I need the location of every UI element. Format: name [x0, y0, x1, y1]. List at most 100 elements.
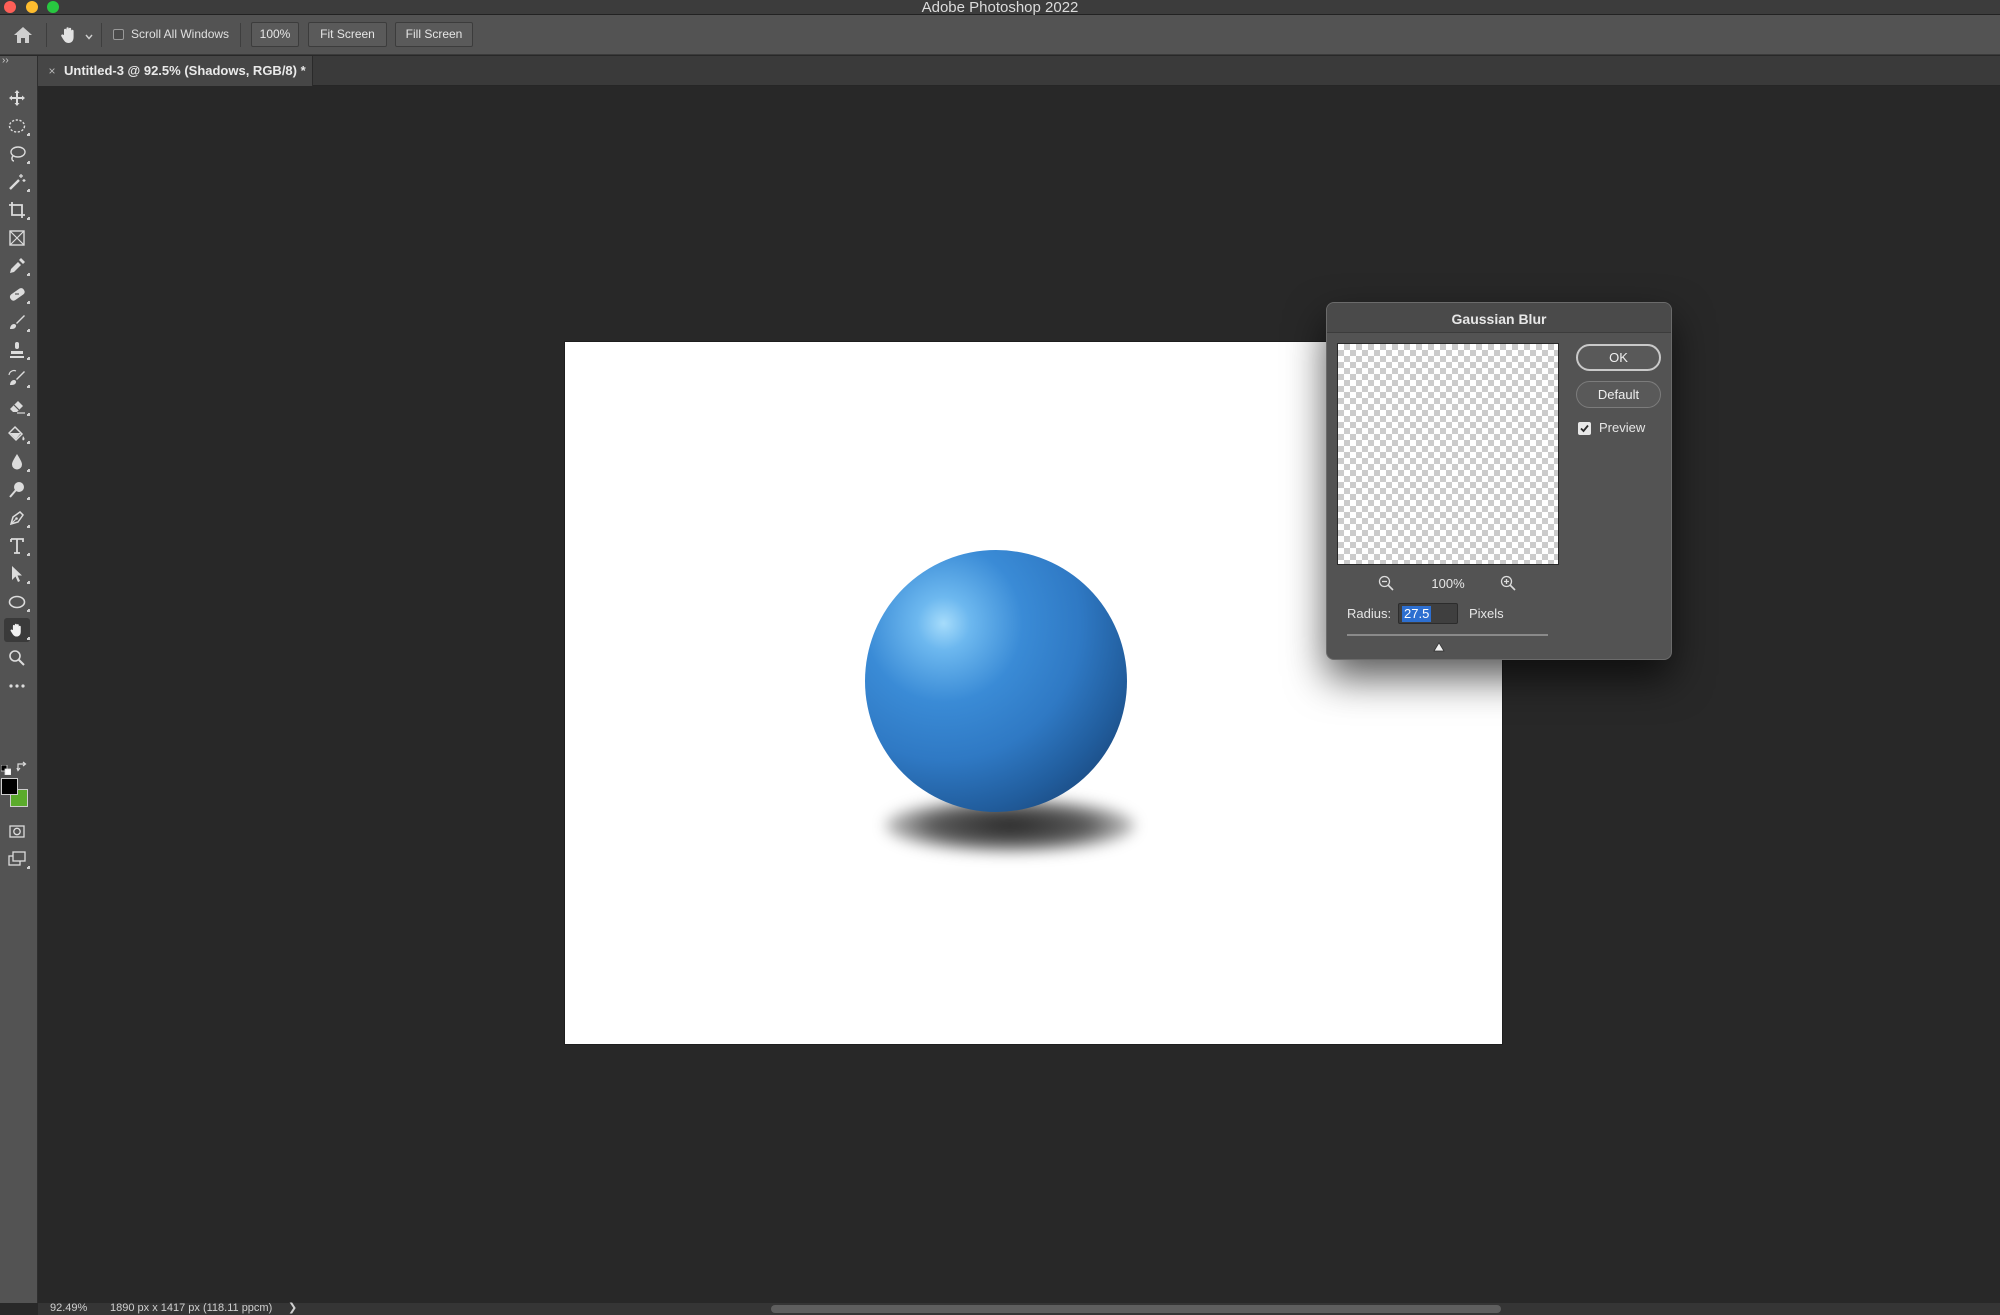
radius-unit-label: Pixels	[1469, 606, 1504, 621]
options-separator	[46, 23, 47, 47]
status-bar: 92.49% 1890 px x 1417 px (118.11 ppcm) ❯	[38, 1302, 2000, 1315]
radius-label: Radius:	[1347, 606, 1392, 621]
tool-preset-picker[interactable]	[58, 24, 80, 46]
tools-panel: ››	[0, 56, 38, 1303]
scroll-all-windows-label: Scroll All Windows	[131, 27, 230, 41]
document-tab[interactable]: × Untitled-3 @ 92.5% (Shadows, RGB/8) *	[38, 56, 313, 86]
tool-group-indicator	[27, 581, 30, 584]
dialog-titlebar[interactable]: Gaussian Blur	[1327, 303, 1671, 333]
gaussian-blur-dialog: Gaussian Blur 100% Radius: 27.5 Pixels O…	[1326, 302, 1672, 660]
options-separator	[240, 23, 241, 47]
move-tool[interactable]	[4, 86, 30, 110]
blue-sphere	[865, 550, 1127, 812]
zoom-in-button[interactable]	[1499, 574, 1517, 592]
default-button[interactable]: Default	[1576, 381, 1661, 408]
screen-mode-icon	[8, 851, 26, 866]
tool-group-indicator	[27, 866, 30, 869]
document-info: 1890 px x 1417 px (118.11 ppcm)	[110, 1302, 273, 1314]
dodge-tool[interactable]	[4, 478, 30, 502]
magic-wand-icon	[9, 174, 26, 190]
close-tab-icon[interactable]: ×	[46, 65, 58, 77]
dialog-title: Gaussian Blur	[1451, 311, 1547, 327]
horizontal-scrollbar[interactable]	[771, 1305, 1501, 1313]
options-bar: Scroll All Windows 100% Fit Screen Fill …	[0, 15, 2000, 55]
tool-group-indicator	[27, 273, 30, 276]
blur-tool[interactable]	[4, 450, 30, 474]
document-tab-title: Untitled-3 @ 92.5% (Shadows, RGB/8) *	[64, 63, 306, 78]
eraser-tool[interactable]	[4, 394, 30, 418]
zoom-in-icon	[1500, 575, 1516, 591]
history-brush-tool[interactable]	[4, 366, 30, 390]
preview-label: Preview	[1599, 420, 1646, 435]
radius-input[interactable]: 27.5	[1398, 603, 1458, 624]
eraser-icon	[10, 401, 25, 414]
tool-group-indicator	[27, 525, 30, 528]
path-selection-tool[interactable]	[4, 562, 30, 586]
healing-brush-tool[interactable]	[4, 282, 30, 306]
filter-preview[interactable]	[1337, 343, 1559, 565]
screen-mode-button[interactable]	[4, 847, 30, 871]
clone-stamp-tool[interactable]	[4, 338, 30, 362]
ok-button[interactable]: OK	[1576, 344, 1661, 371]
crop-tool[interactable]	[4, 198, 30, 222]
ellipse-tool[interactable]	[4, 590, 30, 614]
status-menu-chevron-icon[interactable]: ❯	[288, 1302, 297, 1315]
tool-group-indicator	[27, 637, 30, 640]
hand-icon	[61, 27, 74, 43]
quick-mask-button[interactable]	[4, 819, 30, 843]
preview-checkbox[interactable]	[1578, 422, 1591, 435]
frame-tool[interactable]	[4, 226, 30, 250]
pen-tool[interactable]	[4, 506, 30, 530]
tool-group-indicator	[27, 161, 30, 164]
checkmark-icon	[1580, 424, 1589, 433]
paint-bucket-tool[interactable]	[4, 422, 30, 446]
radius-slider-track[interactable]	[1347, 634, 1548, 636]
elliptical-marquee-tool[interactable]	[4, 114, 30, 138]
home-button[interactable]	[12, 25, 34, 45]
tool-group-indicator	[27, 385, 30, 388]
tool-group-indicator	[27, 497, 30, 500]
type-icon	[10, 538, 24, 554]
preset-dropdown-chevron-icon[interactable]	[84, 29, 94, 40]
magnifier-icon	[9, 650, 25, 666]
preview-zoom-level: 100%	[1431, 576, 1465, 591]
drop-icon	[12, 454, 22, 470]
tool-group-indicator	[27, 133, 30, 136]
hand-tool[interactable]	[4, 618, 30, 642]
tool-group-indicator	[27, 413, 30, 416]
fill-screen-button[interactable]: Fill Screen	[395, 22, 473, 47]
zoom-tool[interactable]	[4, 646, 30, 670]
options-separator	[101, 23, 102, 47]
default-colors-icon[interactable]	[0, 762, 12, 776]
dodge-icon	[9, 482, 24, 498]
eyedropper-icon	[10, 258, 25, 273]
tool-group-indicator	[27, 189, 30, 192]
zoom-100-button[interactable]: 100%	[251, 22, 299, 47]
status-zoom-level[interactable]: 92.49%	[50, 1302, 87, 1315]
zoom-out-button[interactable]	[1377, 574, 1395, 592]
tool-group-indicator	[27, 329, 30, 332]
quick-mask-icon	[9, 825, 25, 838]
eyedropper-tool[interactable]	[4, 254, 30, 278]
home-icon	[14, 27, 32, 43]
foreground-color-swatch[interactable]	[1, 778, 18, 795]
lasso-tool[interactable]	[4, 142, 30, 166]
ellipse-icon	[8, 595, 26, 609]
brush-tool[interactable]	[4, 310, 30, 334]
brush-icon	[10, 315, 25, 329]
radius-slider-thumb[interactable]	[1433, 639, 1446, 652]
scroll-all-windows-checkbox[interactable]	[113, 29, 124, 40]
collapse-panel-icon[interactable]: ››	[2, 56, 9, 66]
tool-group-indicator	[27, 609, 30, 612]
radius-value: 27.5	[1402, 606, 1432, 622]
window-titlebar: Adobe Photoshop 2022	[0, 0, 2000, 15]
edit-toolbar[interactable]	[4, 674, 30, 698]
fit-screen-button[interactable]: Fit Screen	[308, 22, 387, 47]
swap-colors-icon[interactable]	[16, 760, 28, 772]
crop-icon	[9, 202, 25, 218]
magic-wand-tool[interactable]	[4, 170, 30, 194]
tool-group-indicator	[27, 301, 30, 304]
zoom-out-icon	[1378, 575, 1394, 591]
frame-icon	[9, 230, 25, 246]
type-tool[interactable]	[4, 534, 30, 558]
